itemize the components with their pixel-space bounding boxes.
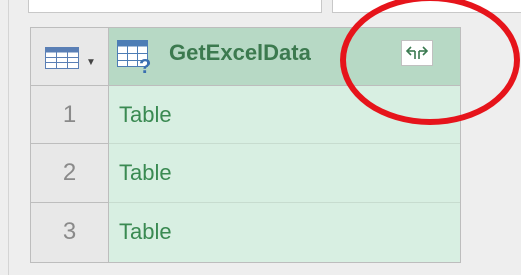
table-query-icon: ? xyxy=(117,40,151,74)
table-cell[interactable]: Table xyxy=(109,203,460,262)
chevron-down-icon: ▼ xyxy=(86,57,96,68)
pane-divider xyxy=(8,0,9,275)
row-number: 2 xyxy=(31,144,109,203)
column-name: GetExcelData xyxy=(169,40,311,65)
header-row: ▼ ? GetExcelData xyxy=(31,28,460,86)
table-row: 3 Table xyxy=(31,203,460,262)
query-settings-box[interactable] xyxy=(332,0,521,13)
expand-columns-button[interactable] xyxy=(401,40,433,66)
data-grid: ▼ ? GetExcelData 1 Table 2 Table 3 Table xyxy=(30,27,461,263)
table-cell[interactable]: Table xyxy=(109,144,460,203)
row-number: 1 xyxy=(31,86,109,144)
table-row: 1 Table xyxy=(31,86,460,144)
formula-bar[interactable] xyxy=(28,0,322,13)
expand-columns-icon xyxy=(405,46,429,59)
row-number: 3 xyxy=(31,203,109,262)
table-row: 2 Table xyxy=(31,144,460,203)
table-cell[interactable]: Table xyxy=(109,86,460,144)
svg-text:?: ? xyxy=(139,56,151,74)
column-header-getexceldata[interactable]: ? GetExcelData xyxy=(109,28,460,86)
table-menu-button[interactable]: ▼ xyxy=(31,28,109,86)
table-icon xyxy=(45,47,79,69)
